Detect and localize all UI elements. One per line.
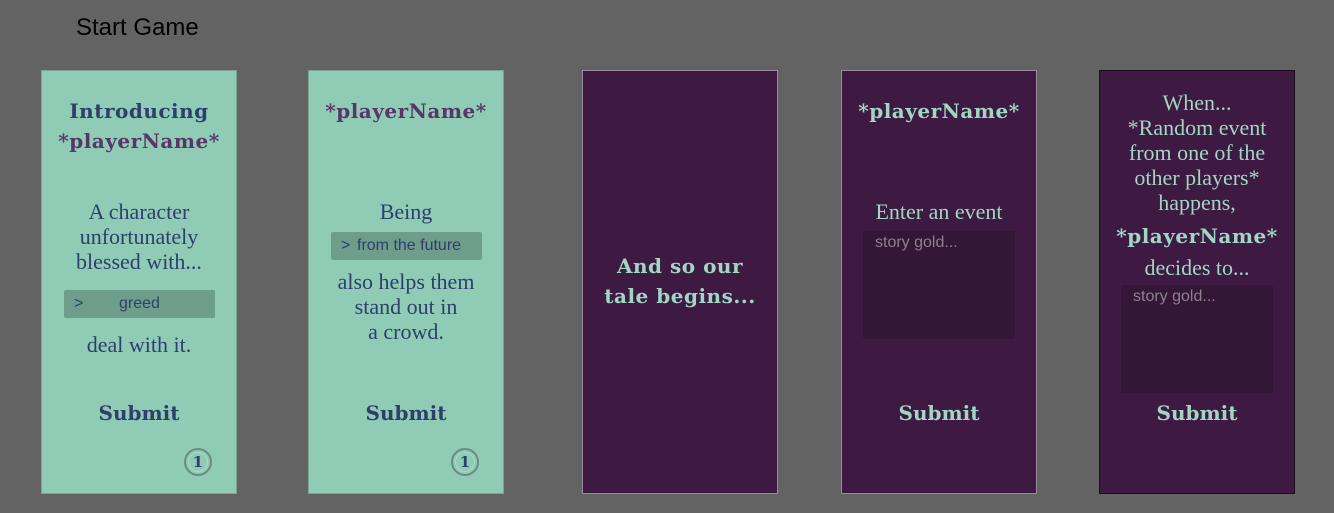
trait-select[interactable]: > greed (64, 290, 215, 318)
select-value: from the future (357, 237, 462, 254)
body-line: A character (88, 199, 190, 224)
select-value: greed (119, 295, 160, 312)
body-line: When... (1162, 90, 1232, 115)
body-line: blessed with... (76, 249, 202, 274)
body-line: Enter an event (875, 199, 1003, 224)
body-line: *Random event (1127, 115, 1267, 140)
heading-player-name: *playerName* (58, 129, 220, 153)
card-body: also helps them stand out in a crowd. (309, 269, 503, 344)
card-heading: Introducing *playerName* (42, 96, 236, 156)
reaction-input[interactable]: story gold... (1121, 285, 1273, 393)
trait-select[interactable]: > from the future (331, 232, 482, 260)
body-line: unfortunately (79, 224, 199, 249)
body-line: a crowd. (368, 319, 444, 344)
card-heading: And so our tale begins... (583, 251, 777, 311)
heading-player-name: *playerName* (858, 99, 1020, 123)
body-line: Being (379, 199, 433, 224)
caret-icon: > (341, 237, 351, 254)
after-text: deal with it. (86, 332, 192, 357)
heading-intro: Introducing (69, 99, 209, 123)
event-card: *playerName* Enter an event story gold..… (841, 70, 1037, 494)
body-line: other players* (1134, 165, 1260, 190)
card-body: When... *Random event from one of the ot… (1100, 90, 1294, 215)
story-start-card: And so our tale begins... (582, 70, 778, 494)
submit-button[interactable]: Submit (42, 401, 236, 425)
timer-icon: 1 (184, 448, 212, 476)
trait-card: *playerName* Being > from the future als… (308, 70, 504, 494)
heading-line: tale begins... (604, 284, 756, 308)
submit-button[interactable]: Submit (842, 401, 1036, 425)
after-text: decides to... (1144, 255, 1250, 280)
heading-player-name: *playerName* (325, 99, 487, 123)
event-input[interactable]: story gold... (863, 231, 1015, 339)
body-line: happens, (1158, 190, 1236, 215)
reaction-card: When... *Random event from one of the ot… (1099, 70, 1295, 494)
submit-button[interactable]: Submit (1100, 401, 1294, 425)
heading-player-name: *playerName* (1116, 224, 1278, 248)
page-title: Start Game (76, 14, 199, 41)
body-line: also helps them (337, 269, 475, 294)
timer-icon: 1 (451, 448, 479, 476)
heading-line: And so our (617, 254, 743, 278)
body-line: from one of the (1128, 140, 1266, 165)
submit-button[interactable]: Submit (309, 401, 503, 425)
intro-card: Introducing *playerName* A character unf… (41, 70, 237, 494)
body-line: stand out in (354, 294, 458, 319)
card-body: A character unfortunately blessed with..… (42, 199, 236, 274)
